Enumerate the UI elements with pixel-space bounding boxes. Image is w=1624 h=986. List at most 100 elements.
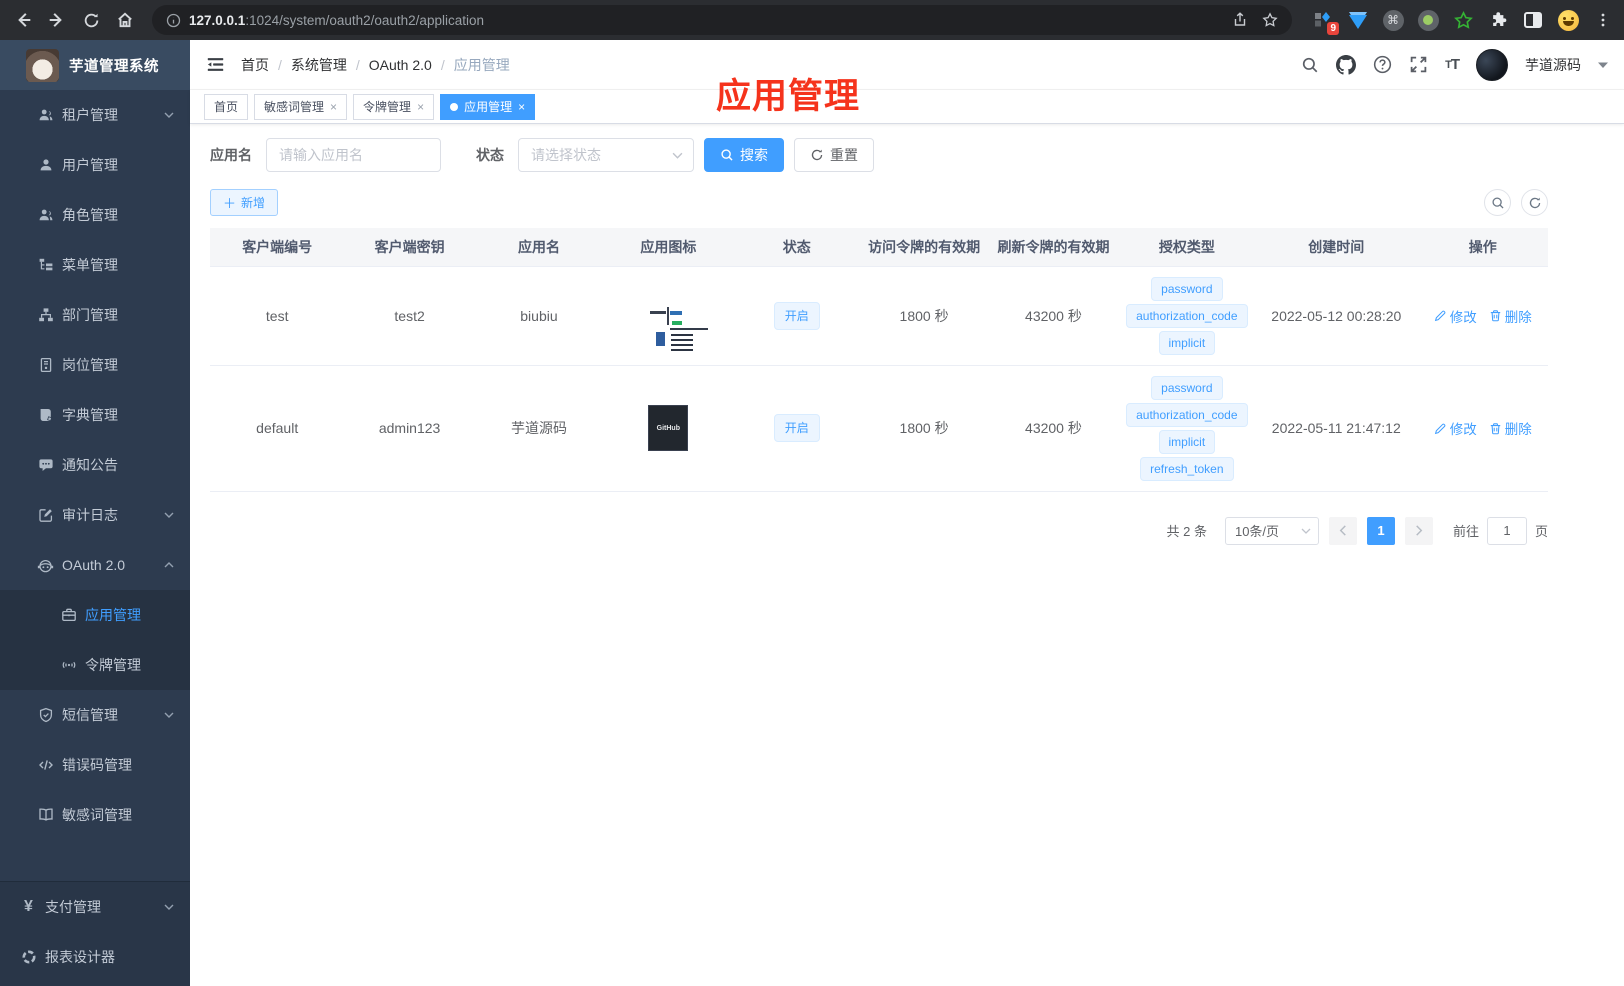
page-number-button[interactable]: 1: [1366, 516, 1395, 545]
recorder-extension-icon[interactable]: [1417, 9, 1439, 31]
main-area: 首页 / 系统管理 / OAuth 2.0 / 应用管理 TT 芋道源码 首页 …: [190, 40, 1624, 986]
status-select[interactable]: 请选择状态: [518, 138, 694, 172]
sidebar-item-post[interactable]: 岗位管理: [0, 340, 190, 390]
sidebar-item-notice[interactable]: 通知公告: [0, 440, 190, 490]
extension-area: 9 ⌘: [1306, 9, 1614, 35]
forward-icon[interactable]: [42, 5, 72, 35]
breadcrumb-separator: /: [278, 56, 282, 73]
fullscreen-icon[interactable]: [1409, 55, 1428, 74]
sidebar-item-tenant[interactable]: 租户管理: [0, 90, 190, 140]
help-icon[interactable]: [1373, 55, 1392, 74]
next-page-button[interactable]: [1404, 516, 1433, 545]
refresh-icon[interactable]: [1521, 189, 1548, 216]
search-form: 应用名 状态 请选择状态 搜索 重置: [210, 138, 1548, 172]
user-caret-icon[interactable]: [1598, 62, 1608, 68]
sidebar-item-payment[interactable]: ¥ 支付管理: [0, 882, 190, 932]
site-info-icon[interactable]: [166, 13, 181, 28]
status-badge[interactable]: 开启: [773, 301, 820, 330]
github-icon[interactable]: [1336, 54, 1357, 75]
tab-application[interactable]: 应用管理 ×: [440, 93, 536, 120]
extension-blocks-icon[interactable]: 9: [1312, 9, 1339, 35]
page-content: 应用名 状态 请选择状态 搜索 重置 ＋ 新增: [190, 124, 1624, 986]
status-badge[interactable]: 开启: [773, 414, 820, 442]
table-toolbar: ＋ 新增: [210, 189, 1548, 216]
reload-icon[interactable]: [76, 5, 106, 35]
sidebar-item-token[interactable]: 令牌管理: [0, 640, 190, 690]
announcement-icon: [37, 457, 54, 473]
tab-label: 令牌管理: [363, 100, 412, 114]
sidebar-item-label: 角色管理: [62, 207, 118, 223]
green-star-extension-icon[interactable]: [1452, 9, 1474, 31]
cell-client-id: default: [210, 365, 345, 492]
cell-created: 2022-05-11 21:47:12: [1255, 365, 1418, 492]
side-panel-icon[interactable]: [1522, 9, 1544, 31]
home-icon[interactable]: [110, 5, 140, 35]
github-logo-text: GitHub: [656, 424, 680, 432]
sidebar-item-error-code[interactable]: 错误码管理: [0, 740, 190, 790]
address-bar[interactable]: 127.0.0.1:1024/system/oauth2/oauth2/appl…: [152, 5, 1292, 35]
token-signal-icon: [60, 657, 77, 673]
delete-button[interactable]: 删除: [1489, 306, 1532, 326]
back-icon[interactable]: [8, 5, 38, 35]
sidebar-item-dept[interactable]: 部门管理: [0, 290, 190, 340]
close-icon[interactable]: ×: [417, 100, 424, 114]
username[interactable]: 芋道源码: [1525, 55, 1581, 75]
sidebar-item-role[interactable]: 角色管理: [0, 190, 190, 240]
report-designer-icon: [20, 949, 37, 965]
cell-secret: test2: [344, 266, 475, 366]
error-code-icon: [37, 757, 54, 773]
sidebar-item-report-designer[interactable]: 报表设计器: [0, 932, 190, 982]
emoji-extension-icon[interactable]: [1557, 9, 1579, 31]
edit-button[interactable]: 修改: [1434, 306, 1477, 326]
sidebar-item-sms[interactable]: 短信管理: [0, 690, 190, 740]
goto-page-input[interactable]: [1486, 516, 1527, 545]
breadcrumb-system[interactable]: 系统管理: [291, 55, 347, 75]
prev-page-button[interactable]: [1328, 516, 1357, 545]
delete-button[interactable]: 删除: [1489, 418, 1532, 438]
gem-extension-icon[interactable]: [1347, 9, 1369, 31]
cell-client-id: test: [210, 266, 345, 366]
sidebar-item-user[interactable]: 用户管理: [0, 140, 190, 190]
sidebar-logo[interactable]: 芋道管理系统: [0, 40, 190, 90]
cell-secret: admin123: [344, 365, 475, 492]
tab-home[interactable]: 首页: [204, 93, 249, 120]
page-size-select[interactable]: 10条/页: [1224, 516, 1319, 545]
sidebar-item-application[interactable]: 应用管理: [0, 590, 190, 640]
github-logo-icon: GitHub: [648, 405, 689, 451]
cell-status: 开启: [733, 266, 860, 366]
sidebar-item-dict[interactable]: 字典管理: [0, 390, 190, 440]
col-access-validity: 访问令牌的有效期: [859, 228, 989, 267]
grant-tag: refresh_token: [1140, 456, 1234, 481]
sidebar-item-audit-log[interactable]: 审计日志: [0, 490, 190, 540]
sidebar-item-sensitive-word[interactable]: 敏感词管理: [0, 790, 190, 840]
browser-menu-icon[interactable]: [1592, 9, 1614, 31]
font-size-icon[interactable]: TT: [1445, 56, 1460, 73]
sidebar-item-menu[interactable]: 菜单管理: [0, 240, 190, 290]
status-placeholder: 请选择状态: [531, 147, 601, 163]
close-icon[interactable]: ×: [518, 100, 525, 114]
extensions-puzzle-icon[interactable]: [1487, 9, 1509, 31]
cell-refresh-validity: 43200 秒: [988, 365, 1119, 492]
tab-token[interactable]: 令牌管理 ×: [353, 93, 435, 120]
search-button[interactable]: 搜索: [704, 138, 784, 172]
audit-log-icon: [37, 507, 54, 523]
edit-label: 修改: [1449, 422, 1477, 437]
bookmark-star-icon[interactable]: [1262, 12, 1278, 28]
close-icon[interactable]: ×: [330, 100, 337, 114]
edit-button[interactable]: 修改: [1434, 418, 1477, 438]
sidebar-item-oauth[interactable]: OAuth 2.0: [0, 540, 190, 590]
grant-tag: authorization_code: [1126, 402, 1248, 427]
sidebar-toggle-icon[interactable]: [206, 55, 225, 74]
breadcrumb-oauth[interactable]: OAuth 2.0: [369, 57, 432, 73]
add-button[interactable]: ＋ 新增: [210, 189, 279, 216]
avatar[interactable]: [1476, 48, 1508, 81]
tab-sensitive-word[interactable]: 敏感词管理 ×: [254, 93, 348, 120]
grant-tag: implicit: [1158, 429, 1216, 454]
breadcrumb-home[interactable]: 首页: [241, 55, 269, 75]
show-search-icon[interactable]: [1484, 189, 1511, 216]
reset-button[interactable]: 重置: [794, 138, 874, 172]
share-icon[interactable]: [1232, 12, 1248, 28]
app-name-input[interactable]: [266, 138, 441, 172]
search-icon[interactable]: [1301, 56, 1319, 74]
command-extension-icon[interactable]: ⌘: [1382, 9, 1404, 31]
